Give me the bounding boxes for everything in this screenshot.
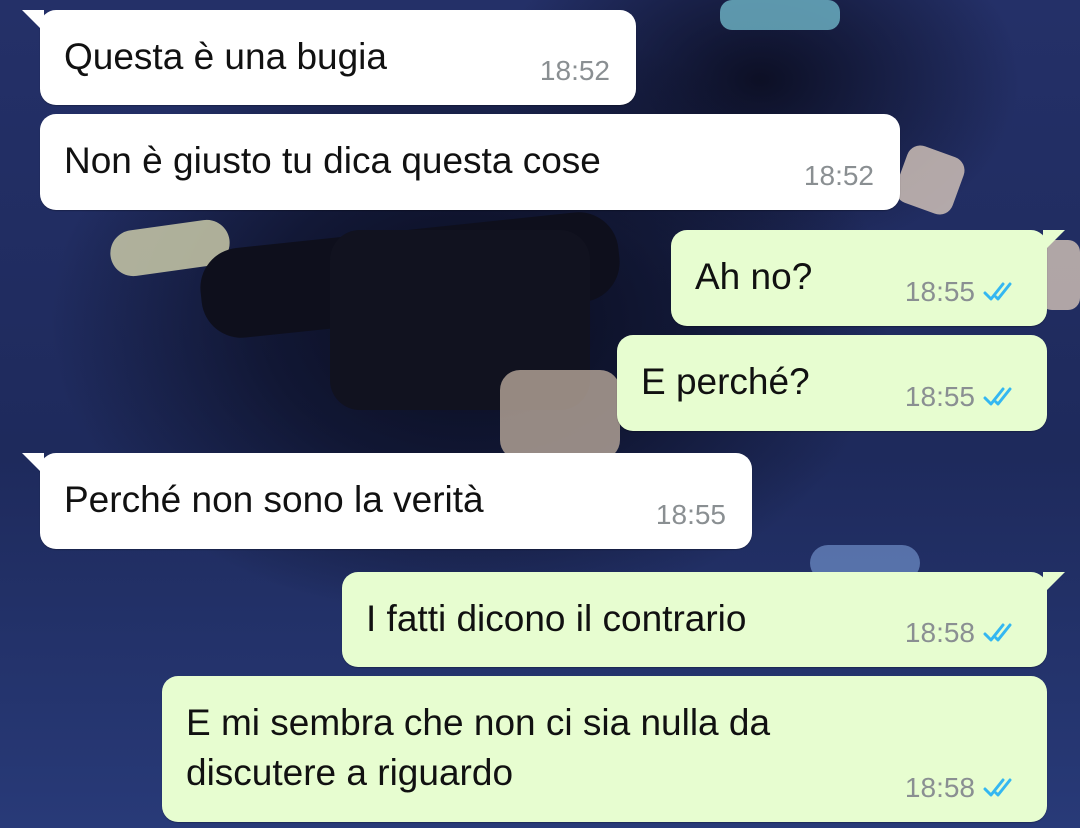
message-bubble-outgoing[interactable]: I fatti dicono il contrario 18:58 [342, 572, 1065, 667]
message-text: Ah no? [695, 256, 813, 297]
read-ticks-icon [983, 387, 1012, 406]
message-text: I fatti dicono il contrario [366, 598, 747, 639]
read-ticks-icon [983, 623, 1012, 642]
message-bubble-outgoing[interactable]: E mi sembra che non ci sia nulla da disc… [162, 676, 1047, 822]
message-bubble-incoming[interactable]: Perché non sono la verità 18:55 [22, 453, 752, 549]
message-timestamp: 18:55 [905, 381, 1021, 413]
message-bubble-incoming[interactable]: Non è giusto tu dica questa cose 18:52 [40, 114, 900, 210]
message-text: Perché non sono la verità [64, 479, 484, 520]
wallpaper-shape [891, 141, 969, 219]
message-bubble-outgoing[interactable]: Ah no? 18:55 [671, 230, 1065, 326]
message-text: E mi sembra che non ci sia nulla da disc… [186, 702, 771, 793]
read-ticks-icon [983, 778, 1012, 797]
message-bubble-incoming[interactable]: Questa è una bugia 18:52 [22, 10, 636, 105]
wallpaper-shape [720, 0, 840, 30]
message-text: E perché? [641, 361, 810, 402]
read-ticks-icon [983, 282, 1012, 301]
message-text: Questa è una bugia [64, 36, 387, 77]
message-timestamp: 18:52 [539, 55, 610, 86]
message-timestamp: 18:58 [905, 617, 1021, 649]
message-timestamp: 18:55 [655, 499, 726, 530]
bubble-tail [22, 453, 44, 475]
bubble-tail [22, 10, 44, 32]
wallpaper-shape [500, 370, 620, 460]
message-bubble-outgoing[interactable]: E perché? 18:55 [617, 335, 1047, 431]
message-timestamp: 18:55 [905, 276, 1021, 308]
message-text: Non è giusto tu dica questa cose [64, 140, 601, 181]
chat-area[interactable]: Questa è una bugia 18:52 Non è giusto tu… [0, 0, 1080, 828]
bubble-tail [1043, 230, 1065, 252]
message-timestamp: 18:52 [803, 160, 874, 191]
message-timestamp: 18:58 [905, 772, 1021, 804]
bubble-tail [1043, 572, 1065, 594]
